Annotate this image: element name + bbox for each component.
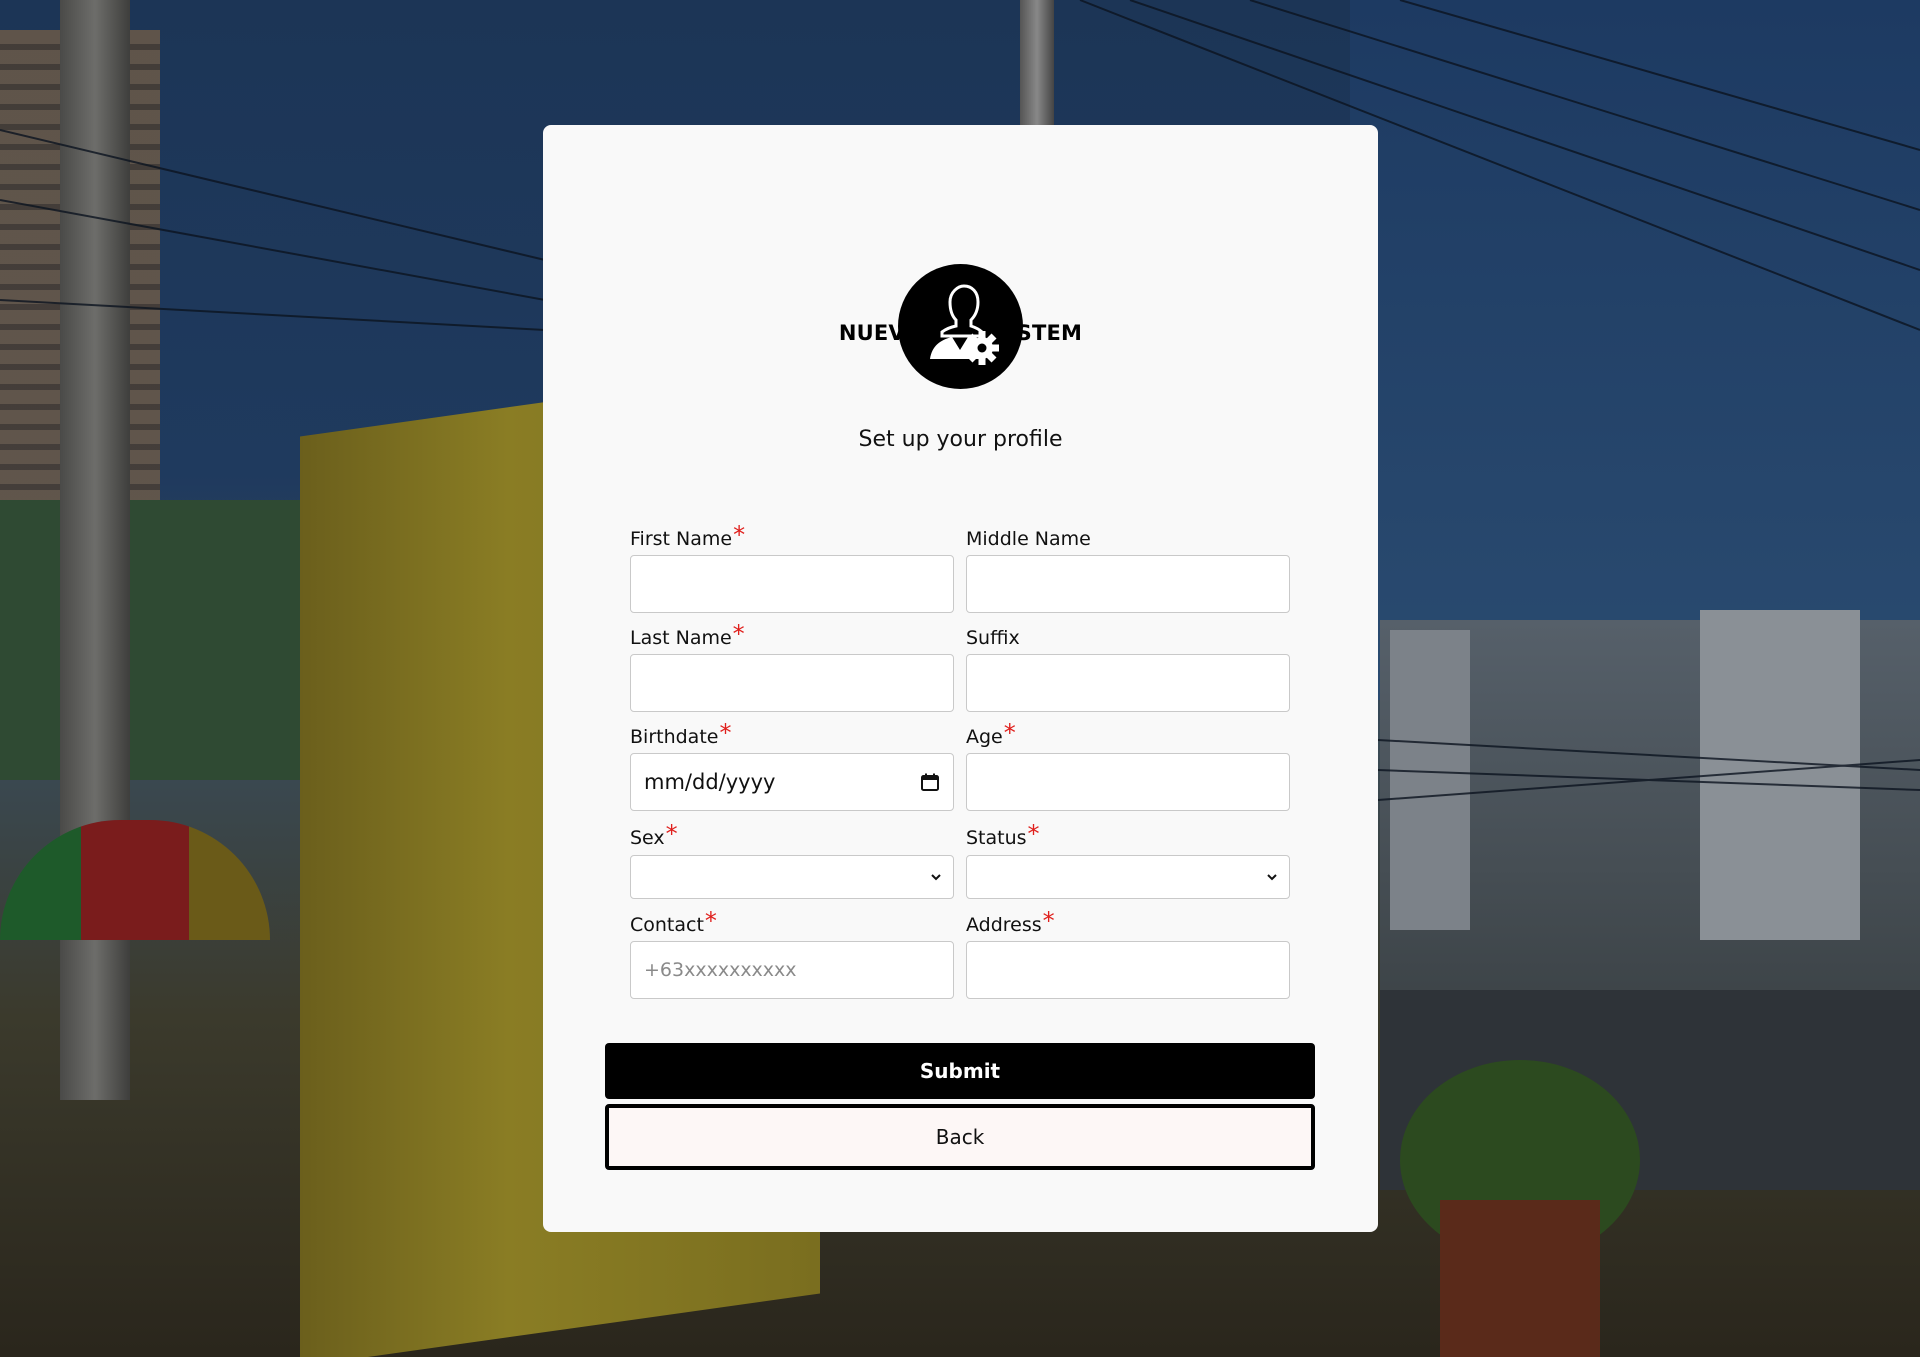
page-subtitle: Set up your profile	[858, 427, 1063, 452]
suffix-label: Suffix	[966, 627, 1020, 649]
last-name-label: Last Name*	[630, 620, 745, 649]
age-label: Age*	[966, 719, 1016, 748]
address-label: Address*	[966, 907, 1055, 936]
status-select[interactable]	[966, 855, 1290, 899]
contact-input[interactable]	[630, 941, 954, 999]
first-name-label: First Name*	[630, 521, 746, 550]
age-input[interactable]	[966, 753, 1290, 811]
user-gear-icon	[898, 264, 1023, 389]
contact-group: Contact*	[630, 907, 954, 999]
required-marker: *	[719, 719, 732, 747]
sex-label: Sex*	[630, 820, 678, 849]
required-marker: *	[733, 521, 746, 549]
age-group: Age*	[966, 719, 1290, 811]
profile-setup-card: NUEVOLINK SYSTEM Set up your profile	[543, 125, 1378, 1232]
back-button[interactable]: Back	[605, 1104, 1315, 1170]
required-marker: *	[732, 620, 745, 648]
contact-label: Contact*	[630, 907, 717, 936]
suffix-group: Suffix	[966, 624, 1290, 712]
last-name-group: Last Name*	[630, 620, 954, 712]
required-marker: *	[704, 907, 717, 935]
birthdate-input[interactable]: mm/dd/yyyy	[630, 753, 954, 811]
status-label: Status*	[966, 820, 1040, 849]
middle-name-group: Middle Name	[966, 525, 1290, 613]
birthdate-label: Birthdate*	[630, 719, 732, 748]
middle-name-input[interactable]	[966, 555, 1290, 613]
middle-name-label: Middle Name	[966, 528, 1091, 550]
birthdate-format: mm/dd/yyyy	[644, 770, 776, 794]
required-marker: *	[1027, 820, 1040, 848]
required-marker: *	[1042, 907, 1055, 935]
last-name-input[interactable]	[630, 654, 954, 712]
sex-group: Sex*	[630, 820, 954, 899]
chevron-down-icon	[1267, 874, 1277, 881]
address-input[interactable]	[966, 941, 1290, 999]
first-name-input[interactable]	[630, 555, 954, 613]
first-name-group: First Name*	[630, 521, 954, 613]
required-marker: *	[665, 820, 678, 848]
chevron-down-icon	[931, 874, 941, 881]
submit-button[interactable]: Submit	[605, 1043, 1315, 1099]
address-group: Address*	[966, 907, 1290, 999]
suffix-input[interactable]	[966, 654, 1290, 712]
birthdate-group: Birthdate* mm/dd/yyyy	[630, 719, 954, 811]
sex-select[interactable]	[630, 855, 954, 899]
status-group: Status*	[966, 820, 1290, 899]
required-marker: *	[1003, 719, 1016, 747]
calendar-icon[interactable]	[920, 772, 940, 792]
